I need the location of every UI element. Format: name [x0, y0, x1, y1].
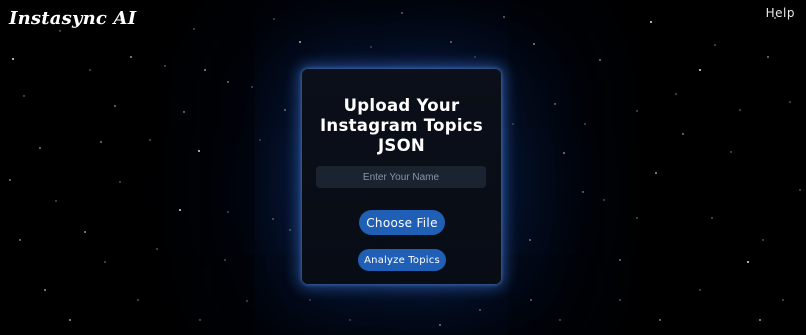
star	[179, 209, 181, 211]
star	[204, 69, 206, 71]
star	[199, 319, 201, 321]
star	[114, 105, 116, 107]
star	[529, 239, 531, 241]
star	[164, 65, 166, 67]
star	[19, 239, 21, 241]
star	[584, 123, 586, 125]
star	[55, 200, 57, 202]
star	[747, 261, 749, 263]
star	[370, 46, 372, 48]
star	[714, 44, 716, 46]
star	[599, 59, 601, 61]
star	[137, 299, 139, 301]
star	[789, 101, 791, 103]
star	[559, 319, 561, 321]
star	[149, 139, 151, 141]
star	[9, 179, 11, 181]
star	[272, 218, 274, 220]
star	[782, 299, 784, 301]
star	[512, 123, 514, 125]
star	[119, 181, 121, 183]
app-logo[interactable]: Instasync AI	[9, 8, 136, 29]
star	[59, 30, 61, 32]
star	[259, 139, 261, 141]
star	[619, 259, 621, 261]
card-title-line-1: Upload Your	[343, 96, 460, 115]
upload-card: Upload Your Instagram Topics JSON Choose…	[302, 69, 501, 284]
star	[530, 299, 532, 301]
star	[401, 12, 403, 14]
card-title-line-3: JSON	[377, 136, 426, 155]
star	[799, 189, 801, 191]
star	[655, 172, 657, 174]
star	[650, 21, 652, 23]
name-input[interactable]	[316, 166, 486, 188]
star	[479, 309, 481, 311]
star	[104, 261, 106, 263]
star	[23, 95, 25, 97]
star	[603, 199, 605, 201]
star	[193, 28, 195, 30]
star	[759, 319, 761, 321]
star	[183, 111, 185, 113]
star	[767, 56, 769, 58]
star	[198, 150, 200, 152]
star	[503, 16, 505, 18]
choose-file-button[interactable]: Choose File	[359, 210, 445, 235]
star	[739, 109, 741, 111]
star	[284, 109, 286, 111]
star	[554, 103, 556, 105]
star	[89, 69, 91, 71]
star	[309, 299, 311, 301]
star	[636, 217, 638, 219]
star	[699, 289, 701, 291]
star	[12, 58, 14, 60]
star	[156, 248, 158, 250]
star	[659, 319, 661, 321]
star	[619, 299, 621, 301]
card-title-line-2: Instagram Topics	[319, 116, 484, 135]
star	[675, 93, 677, 95]
star	[130, 56, 132, 58]
star	[563, 152, 565, 154]
star	[224, 259, 226, 261]
card-title: Upload Your Instagram Topics JSON	[302, 96, 501, 156]
star	[450, 41, 452, 43]
star	[251, 86, 253, 88]
star	[730, 151, 732, 153]
star	[39, 147, 41, 149]
star	[227, 211, 229, 213]
star	[711, 217, 713, 219]
star	[439, 324, 441, 326]
star	[289, 229, 291, 231]
star	[84, 231, 86, 233]
star	[699, 69, 701, 71]
star	[227, 81, 229, 83]
star	[582, 191, 584, 193]
star	[682, 133, 684, 135]
star	[69, 319, 71, 321]
star	[273, 18, 275, 20]
analyze-topics-button[interactable]: Analyze Topics	[358, 249, 446, 271]
star	[299, 41, 301, 43]
page: Instasync AI Help Upload Your Instagram …	[0, 0, 806, 335]
help-link[interactable]: Help	[766, 6, 795, 20]
star	[474, 56, 476, 58]
star	[246, 300, 248, 302]
star	[636, 110, 638, 112]
star	[533, 43, 535, 45]
star	[762, 239, 764, 241]
star	[349, 319, 351, 321]
star	[100, 141, 102, 143]
star	[44, 289, 46, 291]
